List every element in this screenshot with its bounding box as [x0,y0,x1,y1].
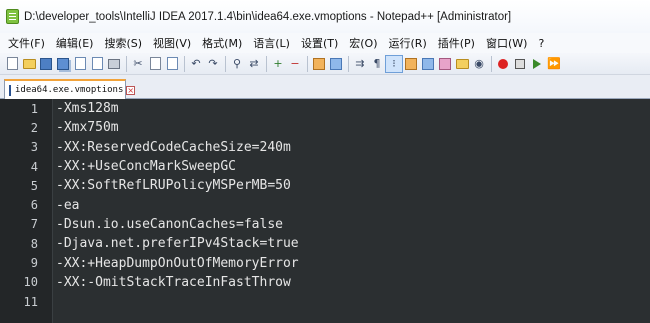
menu-macro[interactable]: 宏(O) [349,35,377,51]
line-text[interactable]: -XX:+UseConcMarkSweepGC [56,159,236,174]
line-number: 5 [30,178,38,193]
folder-workspace-icon[interactable] [437,56,453,72]
sync-horizontal-icon[interactable] [328,56,344,72]
notepadpp-icon [6,9,19,24]
menu-search[interactable]: 搜索(S) [104,35,142,51]
editor-line[interactable]: 10 -XX:-OmitStackTraceInFastThrow [0,273,650,292]
line-number: 7 [30,217,38,232]
close-all-icon[interactable] [89,56,105,72]
toolbar: ✂ ↶ ↷ ⚲ ⇄ + − ⇉ ¶ ⁝ ◉ ⏩ [0,53,650,75]
tab-idea64-vmoptions[interactable]: idea64.exe.vmoptions × [4,79,136,99]
editor-line[interactable]: 6 -ea [0,196,650,215]
menu-window[interactable]: 窗口(W) [486,35,527,51]
line-number: 6 [30,198,38,213]
line-text[interactable]: -Xmx750m [56,120,119,135]
toolbar-separator [225,55,226,72]
line-text[interactable]: -ea [56,198,79,213]
find-icon[interactable]: ⚲ [229,56,245,72]
new-file-icon[interactable] [4,56,20,72]
menu-edit[interactable]: 编辑(E) [56,35,94,51]
show-all-chars-icon[interactable]: ¶ [369,56,385,72]
saved-file-icon [9,84,11,96]
doc-map-icon[interactable] [454,56,470,72]
line-text[interactable]: -Djava.net.preferIPv4Stack=true [56,236,299,251]
copy-icon[interactable] [147,56,163,72]
line-number: 8 [30,236,38,251]
editor-line[interactable]: 9 -XX:+HeapDumpOnOutOfMemoryError [0,253,650,272]
line-text[interactable]: -XX:-OmitStackTraceInFastThrow [56,275,291,290]
title-bar[interactable]: D:\developer_tools\IntelliJ IDEA 2017.1.… [0,0,650,33]
line-number: 4 [30,159,38,174]
record-macro-icon[interactable] [495,56,511,72]
line-number: 10 [23,275,38,290]
tab-bar: idea64.exe.vmoptions × [0,75,650,99]
toolbar-separator [348,55,349,72]
close-icon[interactable] [72,56,88,72]
run-macro-multiple-icon[interactable]: ⏩ [546,56,562,72]
line-number: 3 [30,140,38,155]
menu-plugins[interactable]: 插件(P) [438,35,475,51]
editor-line[interactable]: 11 [0,292,650,311]
monitoring-icon[interactable]: ◉ [471,56,487,72]
line-text[interactable]: -Dsun.io.useCanonCaches=false [56,217,283,232]
toolbar-separator [126,55,127,72]
zoom-in-icon[interactable]: + [270,56,286,72]
menu-file[interactable]: 文件(F) [8,35,45,51]
line-text[interactable]: -XX:ReservedCodeCacheSize=240m [56,140,291,155]
toolbar-separator [491,55,492,72]
editor-line[interactable]: 8 -Djava.net.preferIPv4Stack=true [0,234,650,253]
line-number: 1 [30,101,38,116]
playback-icon[interactable] [529,56,545,72]
replace-icon[interactable]: ⇄ [246,56,262,72]
editor[interactable]: 1 -Xms128m 2 -Xmx750m 3 -XX:ReservedCode… [0,99,650,323]
editor-line[interactable]: 5 -XX:SoftRefLRUPolicyMSPerMB=50 [0,176,650,195]
line-number: 2 [30,120,38,135]
menu-view[interactable]: 视图(V) [153,35,191,51]
toolbar-separator [266,55,267,72]
tab-close-icon[interactable]: × [126,85,136,95]
indent-guide-icon[interactable]: ⁝ [385,54,403,73]
redo-icon[interactable]: ↷ [205,56,221,72]
print-icon[interactable] [106,56,122,72]
line-text[interactable]: -XX:SoftRefLRUPolicyMSPerMB=50 [56,178,291,193]
editor-line[interactable]: 7 -Dsun.io.useCanonCaches=false [0,215,650,234]
menu-language[interactable]: 语言(L) [253,35,290,51]
toolbar-separator [184,55,185,72]
editor-line[interactable]: 2 -Xmx750m [0,118,650,137]
word-wrap-icon[interactable]: ⇉ [352,56,368,72]
window-title: D:\developer_tools\IntelliJ IDEA 2017.1.… [24,10,512,23]
sync-vertical-icon[interactable] [311,56,327,72]
menu-format[interactable]: 格式(M) [202,35,242,51]
line-text[interactable]: -XX:+HeapDumpOnOutOfMemoryError [56,256,299,271]
editor-line[interactable]: 3 -XX:ReservedCodeCacheSize=240m [0,138,650,157]
menu-run[interactable]: 运行(R) [389,35,427,51]
paste-icon[interactable] [164,56,180,72]
editor-line[interactable]: 1 -Xms128m [0,99,650,118]
function-list-icon[interactable] [420,56,436,72]
editor-line[interactable]: 4 -XX:+UseConcMarkSweepGC [0,157,650,176]
save-icon[interactable] [38,56,54,72]
line-text[interactable]: -Xms128m [56,101,119,116]
cut-icon[interactable]: ✂ [130,56,146,72]
user-language-icon[interactable] [403,56,419,72]
menu-bar: 文件(F) 编辑(E) 搜索(S) 视图(V) 格式(M) 语言(L) 设置(T… [0,33,650,53]
line-number: 9 [30,256,38,271]
notepadpp-window: D:\developer_tools\IntelliJ IDEA 2017.1.… [0,0,650,323]
menu-settings[interactable]: 设置(T) [301,35,338,51]
line-number: 11 [23,294,38,309]
zoom-out-icon[interactable]: − [287,56,303,72]
menu-help[interactable]: ? [538,37,544,50]
tab-label: idea64.exe.vmoptions [15,85,124,95]
save-all-icon[interactable] [55,56,71,72]
undo-icon[interactable]: ↶ [188,56,204,72]
stop-record-icon[interactable] [512,56,528,72]
toolbar-separator [307,55,308,72]
open-folder-icon[interactable] [21,56,37,72]
